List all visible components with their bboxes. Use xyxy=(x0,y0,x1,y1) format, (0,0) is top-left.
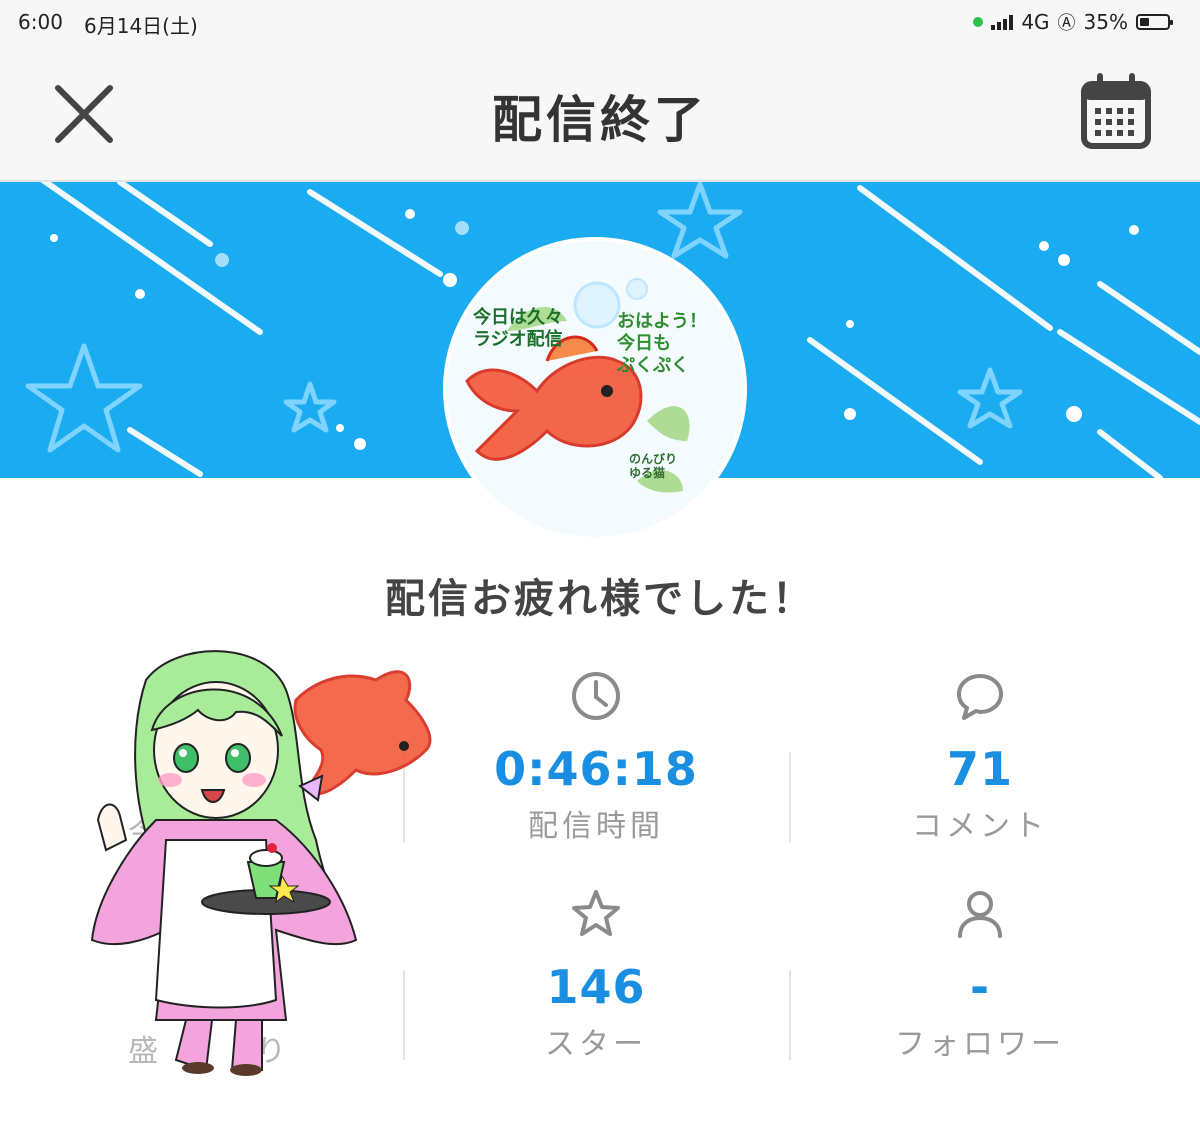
status-bar: 6:00 6月14日(土) 4G Ⓐ 35% xyxy=(0,0,1200,46)
stats-divider xyxy=(789,752,791,842)
user-icon xyxy=(958,891,1002,938)
svg-text:今日は久々: 今日は久々 xyxy=(473,306,563,328)
stat-comments: 71 コメント xyxy=(830,668,1130,845)
svg-text:ぷくぷく: ぷくぷく xyxy=(616,355,689,376)
svg-text:おはよう！: おはよう！ xyxy=(617,311,707,332)
stat-value: 0:46:18 xyxy=(494,742,698,796)
character-sticker xyxy=(86,640,446,1084)
svg-text:のんびり: のんびり xyxy=(629,451,677,466)
stat-value: 146 xyxy=(546,960,646,1014)
stat-duration: 0:46:18 配信時間 xyxy=(446,668,746,845)
stat-label: 配信時間 xyxy=(528,808,664,844)
svg-text:ラジオ配信: ラジオ配信 xyxy=(473,328,563,350)
thanks-message: 配信お疲れ様でした！ xyxy=(385,576,815,622)
stat-label: スター xyxy=(545,1026,647,1062)
network-type: 4G xyxy=(1021,10,1050,34)
comment-icon xyxy=(957,674,1003,720)
status-indicators: 4G Ⓐ 35% xyxy=(973,9,1173,35)
mic-indicator-icon xyxy=(973,17,984,27)
signal-icon xyxy=(991,14,1014,30)
stat-label: コメント xyxy=(912,808,1048,844)
page-title: 配信終了 xyxy=(492,91,708,149)
stats-divider xyxy=(789,970,791,1060)
battery-icon xyxy=(1136,14,1173,30)
orientation-lock-icon: Ⓐ xyxy=(1057,13,1076,34)
stat-stars: 146 スター xyxy=(446,886,746,1063)
clock-icon xyxy=(572,672,620,720)
stat-value: - xyxy=(969,960,991,1014)
battery-percent: 35% xyxy=(1083,10,1128,34)
stat-value: 71 xyxy=(946,742,1013,796)
star-icon xyxy=(572,890,620,936)
goldfish-illustration: 今日は久々 ラジオ配信 おはよう！ 今日も ぷくぷく のんびり ゆる猫 xyxy=(447,241,743,537)
svg-text:ゆる猫: ゆる猫 xyxy=(629,465,665,480)
svg-text:今日も: 今日も xyxy=(617,332,671,354)
calendar-icon xyxy=(1081,73,1151,149)
character-illustration xyxy=(90,650,432,1076)
status-time: 6:00 xyxy=(18,10,63,34)
stat-followers: - フォロワー xyxy=(830,886,1130,1063)
header-bar: 配信終了 xyxy=(0,46,1200,182)
stat-label: フォロワー xyxy=(895,1026,1065,1062)
stream-thumbnail: 今日は久々 ラジオ配信 おはよう！ 今日も ぷくぷく のんびり ゆる猫 xyxy=(447,241,743,537)
calendar-button[interactable] xyxy=(1078,72,1154,152)
status-date: 6月14日(土) xyxy=(84,14,198,38)
